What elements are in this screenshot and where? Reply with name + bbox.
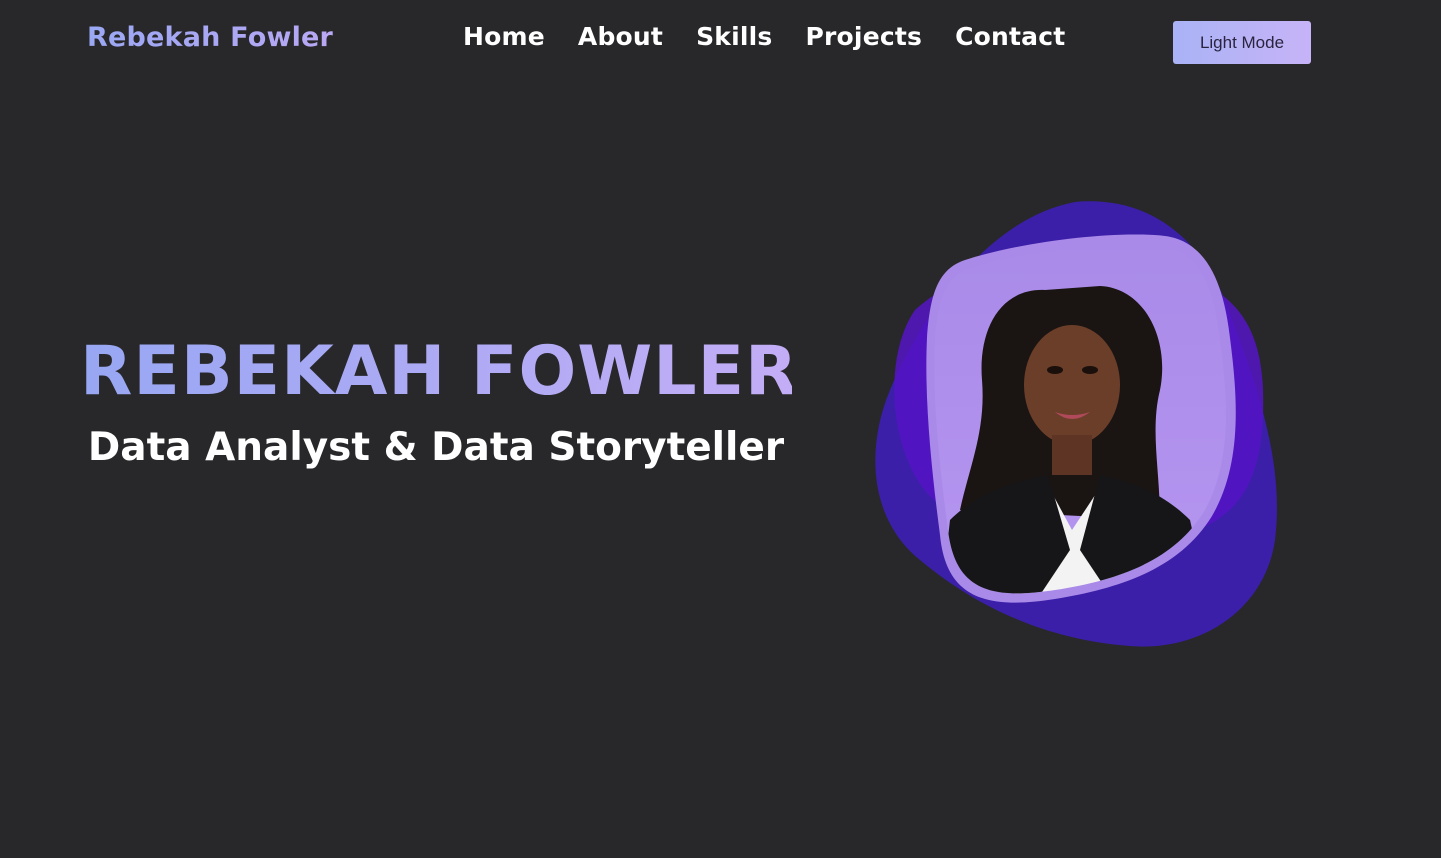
brand-logo-link[interactable]: Rebekah Fowler (87, 22, 333, 53)
portrait-blob-graphic (875, 201, 1277, 647)
nav-contact-link[interactable]: Contact (955, 22, 1065, 51)
main-nav: Home About Skills Projects Contact (463, 22, 1065, 51)
hero-subtitle: Data Analyst & Data Storyteller (87, 425, 785, 470)
nav-home-link[interactable]: Home (463, 22, 545, 51)
portfolio-page: Rebekah Fowler Home About Skills Project… (0, 0, 1441, 858)
profile-portrait (860, 190, 1290, 660)
nav-about-link[interactable]: About (578, 22, 663, 51)
nav-projects-link[interactable]: Projects (806, 22, 923, 51)
light-mode-toggle-button[interactable]: Light Mode (1173, 21, 1311, 64)
hero-name-heading: REBEKAH FOWLER (80, 330, 797, 414)
nav-skills-link[interactable]: Skills (696, 22, 772, 51)
